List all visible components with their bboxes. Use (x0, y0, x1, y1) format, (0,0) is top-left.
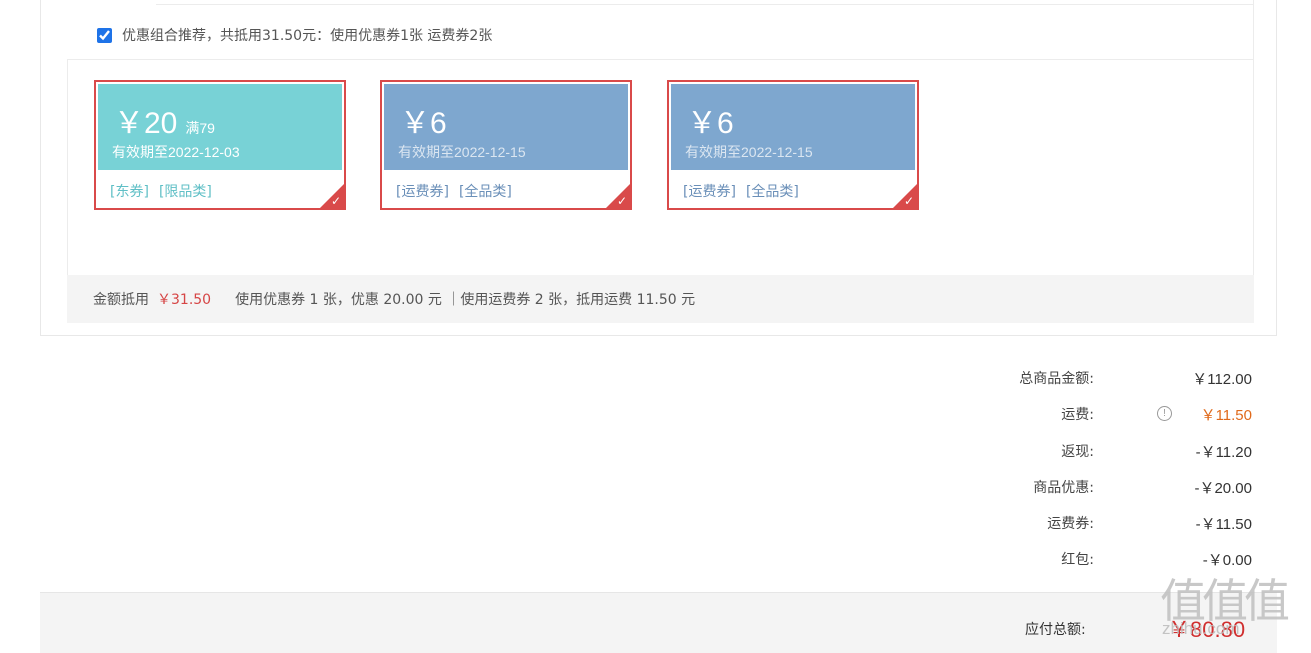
coupon-tag: [运费券] (683, 184, 736, 200)
coupon-header: ￥6 有效期至2022-12-15 (384, 84, 628, 170)
total-value: ￥112.00 (1192, 371, 1252, 388)
coupon-tags: [东券] [限品类] (110, 181, 222, 201)
coupon-card[interactable]: ￥6 有效期至2022-12-15 [运费券] [全品类] ✓ (380, 80, 632, 210)
coupon-tag: [东券] (110, 184, 149, 200)
coupon-tag: [限品类] (158, 184, 212, 200)
total-label: 返现: (1061, 444, 1094, 460)
total-value: -￥11.20 (1195, 444, 1252, 461)
total-row-goods: 总商品金额: ￥112.00 (1000, 368, 1260, 388)
total-label: 运费: (1061, 407, 1094, 423)
total-value: ￥11.50 (1200, 407, 1252, 424)
coupon-card[interactable]: ￥20 满79 有效期至2022-12-03 [东券] [限品类] ✓ (94, 80, 346, 210)
summary-label: 金额抵用 (93, 292, 149, 308)
total-label: 红包: (1061, 552, 1094, 568)
check-icon: ✓ (330, 194, 341, 208)
coupon-tag: [全品类] (745, 184, 799, 200)
coupon-tags: [运费券] [全品类] (396, 181, 522, 201)
payable-bar (40, 592, 1277, 653)
total-row-product-discount: 商品优惠: -￥20.00 (1000, 477, 1260, 497)
divider (67, 59, 1254, 60)
payable-label: 应付总额: (1025, 622, 1086, 638)
total-row-red-packet: 红包: -￥0.00 (1000, 549, 1260, 569)
total-value: -￥0.00 (1202, 552, 1252, 569)
coupon-amount-value: ￥20 (114, 107, 178, 140)
panel-right-border (1253, 0, 1254, 322)
info-icon[interactable]: ! (1157, 406, 1172, 421)
total-value: -￥20.00 (1194, 480, 1252, 497)
coupon-header: ￥20 满79 有效期至2022-12-03 (98, 84, 342, 170)
recommend-text: 优惠组合推荐，共抵用31.50元：使用优惠券1张 运费券2张 (122, 28, 493, 44)
coupon-amount: ￥6 (400, 98, 455, 142)
coupon-tag: [全品类] (458, 184, 512, 200)
coupon-condition: 满79 (185, 120, 215, 136)
total-label: 总商品金额: (1019, 371, 1094, 387)
coupon-validity: 有效期至2022-12-15 (398, 144, 526, 160)
check-icon: ✓ (903, 194, 914, 208)
total-row-shipping-coupon: 运费券: -￥11.50 (1000, 513, 1260, 533)
discount-summary: 金额抵用 ￥31.50 使用优惠券 1 张，优惠 20.00 元 ｜使用运费券 … (67, 275, 1254, 323)
total-label: 商品优惠: (1033, 480, 1094, 496)
recommend-checkbox[interactable] (97, 27, 112, 43)
total-row-cashback: 返现: -￥11.20 (1000, 441, 1260, 461)
coupon-validity: 有效期至2022-12-03 (112, 144, 240, 160)
summary-detail: 使用优惠券 1 张，优惠 20.00 元 ｜使用运费券 2 张，抵用运费 11.… (235, 292, 696, 308)
coupon-card[interactable]: ￥6 有效期至2022-12-15 [运费券] [全品类] ✓ (667, 80, 919, 210)
total-label: 运费券: (1047, 516, 1094, 532)
coupon-tag: [运费券] (396, 184, 449, 200)
coupon-amount: ￥20 满79 (114, 98, 215, 142)
coupon-tags: [运费券] [全品类] (683, 181, 809, 201)
top-strip (156, 0, 1254, 5)
coupon-amount-value: ￥6 (687, 107, 734, 140)
check-icon: ✓ (616, 194, 627, 208)
summary-amount: ￥31.50 (157, 292, 212, 308)
total-value: -￥11.50 (1195, 516, 1252, 533)
coupon-header: ￥6 有效期至2022-12-15 (671, 84, 915, 170)
panel-left-border (67, 59, 68, 275)
recommend-combo-row[interactable]: 优惠组合推荐，共抵用31.50元：使用优惠券1张 运费券2张 (97, 24, 492, 46)
payable-value: ￥80.80 (1168, 617, 1246, 642)
coupon-amount-value: ￥6 (400, 107, 447, 140)
total-row-shipping: 运费: ! ￥11.50 (1000, 404, 1260, 424)
coupon-amount: ￥6 (687, 98, 742, 142)
coupon-validity: 有效期至2022-12-15 (685, 144, 813, 160)
